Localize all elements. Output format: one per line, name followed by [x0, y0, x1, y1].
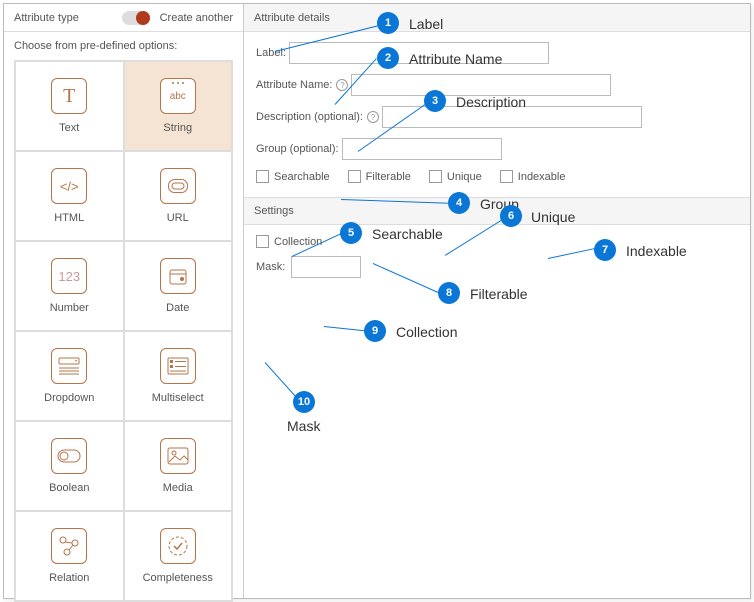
type-label: HTML	[54, 212, 84, 224]
create-another-toggle[interactable]	[122, 11, 150, 25]
mask-input[interactable]	[291, 256, 361, 278]
callout-badge-1: 1	[377, 12, 399, 34]
attribute-type-header: Attribute type Create another	[4, 4, 243, 32]
callout-label-3: Description	[456, 94, 526, 110]
string-icon: abc	[160, 78, 196, 114]
number-icon: 123	[51, 258, 87, 294]
type-media[interactable]: Media	[124, 421, 233, 511]
indexable-checkbox[interactable]: Indexable	[500, 170, 566, 183]
callout-badge-9: 9	[364, 320, 386, 342]
callout-badge-3: 3	[424, 90, 446, 112]
type-label: Date	[166, 302, 189, 314]
type-label: Text	[59, 122, 79, 134]
type-date[interactable]: Date	[124, 241, 233, 331]
checkbox-row: Searchable Filterable Unique Indexable	[256, 170, 738, 183]
type-number[interactable]: 123 Number	[15, 241, 124, 331]
filterable-label: Filterable	[366, 171, 411, 183]
filterable-checkbox[interactable]: Filterable	[348, 170, 411, 183]
attrname-input[interactable]	[351, 74, 611, 96]
callout-badge-5: 5	[340, 222, 362, 244]
group-row: Group (optional):	[256, 138, 738, 160]
callout-badge-7: 7	[594, 239, 616, 261]
type-relation[interactable]: Relation	[15, 511, 124, 601]
callout-label-2: Attribute Name	[409, 51, 502, 67]
callout-badge-6: 6	[500, 205, 522, 227]
type-label: Media	[163, 482, 193, 494]
callout-badge-8: 8	[438, 282, 460, 304]
boolean-icon	[51, 438, 87, 474]
type-completeness[interactable]: Completeness	[124, 511, 233, 601]
text-icon: T	[51, 78, 87, 114]
type-html[interactable]: </> HTML	[15, 151, 124, 241]
mask-label: Mask:	[256, 261, 285, 273]
callout-label-9: Collection	[396, 324, 457, 340]
type-url[interactable]: URL	[124, 151, 233, 241]
attribute-details-header: Attribute details	[244, 4, 750, 32]
group-label: Group (optional):	[256, 143, 339, 155]
toggle-knob	[136, 11, 150, 25]
create-another-label: Create another	[160, 12, 233, 24]
type-dropdown[interactable]: Dropdown	[15, 331, 124, 421]
type-label: Number	[50, 302, 89, 314]
type-label: Multiselect	[152, 392, 204, 404]
choose-predefined-label: Choose from pre-defined options:	[4, 32, 243, 56]
callout-badge-10: 10	[293, 391, 315, 413]
callout-label-7: Indexable	[626, 243, 687, 259]
app-frame: Attribute type Create another Choose fro…	[3, 3, 751, 599]
callout-label-6: Unique	[531, 209, 575, 225]
type-grid: T Text abc String </> HTML UR	[14, 60, 233, 602]
unique-label: Unique	[447, 171, 482, 183]
attribute-details-title: Attribute details	[254, 12, 330, 24]
html-icon: </>	[51, 168, 87, 204]
type-label: String	[163, 122, 192, 134]
type-multiselect[interactable]: Multiselect	[124, 331, 233, 421]
type-label: Completeness	[143, 572, 213, 584]
completeness-icon	[160, 528, 196, 564]
description-label: Description (optional):	[256, 111, 363, 123]
type-label: Boolean	[49, 482, 89, 494]
type-boolean[interactable]: Boolean	[15, 421, 124, 511]
relation-icon	[51, 528, 87, 564]
searchable-checkbox[interactable]: Searchable	[256, 170, 330, 183]
type-text[interactable]: T Text	[15, 61, 124, 151]
date-icon	[160, 258, 196, 294]
callout-label-1: Label	[409, 16, 443, 32]
callout-badge-2: 2	[377, 47, 399, 69]
settings-title: Settings	[254, 205, 294, 217]
url-icon	[160, 168, 196, 204]
left-panel: Attribute type Create another Choose fro…	[4, 4, 244, 598]
type-string[interactable]: abc String	[124, 61, 233, 151]
callout-label-10: Mask	[287, 418, 320, 434]
multiselect-icon	[160, 348, 196, 384]
type-label: Dropdown	[44, 392, 94, 404]
group-input[interactable]	[342, 138, 502, 160]
dropdown-icon	[51, 348, 87, 384]
attrname-row: Attribute Name: ?	[256, 74, 738, 96]
type-label: URL	[167, 212, 189, 224]
type-label: Relation	[49, 572, 89, 584]
mask-row: Mask:	[256, 256, 738, 278]
callout-label-8: Filterable	[470, 286, 528, 302]
callout-label-5: Searchable	[372, 226, 443, 242]
indexable-label: Indexable	[518, 171, 566, 183]
callout-badge-4: 4	[448, 192, 470, 214]
help-icon[interactable]: ?	[367, 111, 379, 123]
attrname-label: Attribute Name:	[256, 79, 332, 91]
searchable-label: Searchable	[274, 171, 330, 183]
media-icon	[160, 438, 196, 474]
unique-checkbox[interactable]: Unique	[429, 170, 482, 183]
attribute-type-title: Attribute type	[14, 12, 79, 24]
